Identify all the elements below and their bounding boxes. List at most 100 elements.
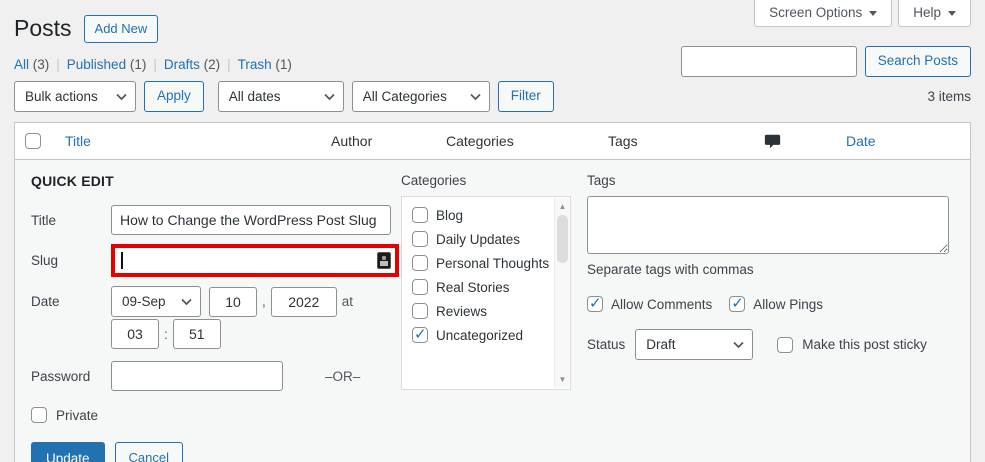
view-link-all[interactable]: All (3) xyxy=(14,57,49,72)
all-dates-select[interactable]: All dates xyxy=(218,81,344,112)
categories-checklist: Blog Daily Updates Personal Thoughts Real S… xyxy=(401,196,571,390)
slug-field-row: Slug xyxy=(31,244,401,277)
search-input[interactable] xyxy=(681,46,857,77)
search-posts-button[interactable]: Search Posts xyxy=(865,46,971,77)
or-label: –OR– xyxy=(325,369,360,384)
view-separator: | xyxy=(56,57,60,72)
dates-select-wrap: All dates xyxy=(218,81,344,112)
status-select[interactable]: Draft xyxy=(635,329,753,360)
password-input[interactable] xyxy=(111,361,283,391)
quick-edit-tags-column: Tags Separate tags with commas Allow Com… xyxy=(587,173,954,462)
category-checkbox-item[interactable]: Reviews xyxy=(412,303,548,319)
category-checkbox-item[interactable]: Real Stories xyxy=(412,279,548,295)
category-name: Personal Thoughts xyxy=(436,256,549,271)
bulk-actions-select[interactable]: Bulk actions xyxy=(14,81,136,112)
status-select-wrap: Draft xyxy=(635,329,753,360)
filter-button[interactable]: Filter xyxy=(498,81,554,112)
hour-input[interactable] xyxy=(111,319,159,349)
slug-label: Slug xyxy=(31,253,111,268)
view-separator: | xyxy=(153,57,157,72)
view-count: (1) xyxy=(130,57,147,72)
apply-button[interactable]: Apply xyxy=(144,81,204,112)
category-checkbox[interactable] xyxy=(412,231,428,247)
at-label: at xyxy=(342,294,353,309)
scrollbar[interactable]: ▲ ▼ xyxy=(554,198,569,388)
scrollbar-thumb[interactable] xyxy=(557,215,568,263)
chevron-down-icon xyxy=(948,11,956,16)
categories-list: Blog Daily Updates Personal Thoughts Real S… xyxy=(412,207,548,343)
year-input[interactable] xyxy=(271,287,337,317)
category-checkbox-item[interactable]: Daily Updates xyxy=(412,231,548,247)
update-button[interactable]: Update xyxy=(31,442,105,462)
private-field-row: Private xyxy=(31,407,401,423)
view-link-drafts[interactable]: Drafts (2) xyxy=(164,57,220,72)
status-label: Status xyxy=(587,337,625,352)
cancel-button[interactable]: Cancel xyxy=(115,442,183,462)
view-link-trash[interactable]: Trash (1) xyxy=(238,57,292,72)
posts-table: Title Author Categories Tags Date QUICK … xyxy=(14,122,971,462)
help-button[interactable]: Help xyxy=(898,0,971,27)
all-categories-select[interactable]: All Categories xyxy=(352,81,490,112)
sticky-option: Make this post sticky xyxy=(777,337,927,353)
page-title: Posts xyxy=(14,15,72,43)
allow-comments-label[interactable]: Allow Comments xyxy=(611,297,712,312)
category-checkbox-item[interactable]: Blog xyxy=(412,207,548,223)
view-count: (2) xyxy=(204,57,221,72)
sticky-label[interactable]: Make this post sticky xyxy=(802,337,927,352)
month-select-wrap: 09-Sep xyxy=(111,286,201,317)
tags-textarea[interactable] xyxy=(587,196,949,254)
quick-edit-left-column: QUICK EDIT Title Slug Date xyxy=(31,173,401,462)
private-label[interactable]: Private xyxy=(56,408,98,423)
column-title[interactable]: Title xyxy=(65,133,331,149)
time-field-row: : xyxy=(111,319,401,349)
autofill-icon[interactable] xyxy=(377,252,391,269)
category-name: Real Stories xyxy=(436,280,510,295)
allow-comments-checkbox[interactable] xyxy=(587,296,603,312)
category-checkbox[interactable] xyxy=(412,279,428,295)
date-label: Date xyxy=(31,294,111,309)
scroll-down-icon[interactable]: ▼ xyxy=(555,372,570,387)
time-colon: : xyxy=(164,327,168,342)
allow-pings-label[interactable]: Allow Pings xyxy=(753,297,823,312)
tags-help-text: Separate tags with commas xyxy=(587,262,950,277)
column-author: Author xyxy=(331,133,446,149)
list-toolbar: Bulk actions Apply All dates All Categor… xyxy=(14,81,971,112)
category-checkbox-item[interactable]: Uncategorized xyxy=(412,327,548,343)
title-input[interactable] xyxy=(111,205,391,235)
view-link-published[interactable]: Published (1) xyxy=(67,57,147,72)
category-checkbox[interactable] xyxy=(412,207,428,223)
private-checkbox[interactable] xyxy=(31,407,47,423)
category-checkbox[interactable] xyxy=(412,255,428,271)
screen-options-button[interactable]: Screen Options xyxy=(754,0,892,27)
category-checkbox[interactable] xyxy=(412,303,428,319)
slug-input[interactable] xyxy=(123,248,378,273)
day-input[interactable] xyxy=(209,287,257,317)
comment-bubble-icon xyxy=(764,133,781,150)
slug-highlight-annotation xyxy=(111,244,399,277)
minute-input[interactable] xyxy=(173,319,221,349)
column-categories: Categories xyxy=(446,133,608,149)
add-new-button[interactable]: Add New xyxy=(84,15,159,43)
date-field-row: Date 09-Sep , at xyxy=(31,286,401,317)
scroll-up-icon[interactable]: ▲ xyxy=(555,199,570,214)
select-all-checkbox[interactable] xyxy=(25,133,41,149)
column-comments xyxy=(764,133,846,150)
screen-options-label: Screen Options xyxy=(769,5,862,20)
category-name: Uncategorized xyxy=(436,328,523,343)
view-count: (1) xyxy=(275,57,292,72)
allow-pings-option: Allow Pings xyxy=(729,296,823,312)
column-date[interactable]: Date xyxy=(846,133,970,149)
categories-label: Categories xyxy=(401,173,587,188)
column-tags: Tags xyxy=(608,133,764,149)
category-checkbox[interactable] xyxy=(412,327,428,343)
month-select[interactable]: 09-Sep xyxy=(111,286,201,317)
allow-pings-checkbox[interactable] xyxy=(729,296,745,312)
quick-edit-categories-column: Categories Blog Daily Updates Personal Tho… xyxy=(401,173,587,462)
quick-edit-panel: QUICK EDIT Title Slug Date xyxy=(15,160,970,462)
allow-options-row: Allow Comments Allow Pings xyxy=(587,296,950,312)
title-label: Title xyxy=(31,213,111,228)
sticky-checkbox[interactable] xyxy=(777,337,793,353)
category-name: Blog xyxy=(436,208,463,223)
category-checkbox-item[interactable]: Personal Thoughts xyxy=(412,255,548,271)
title-field-row: Title xyxy=(31,205,401,235)
